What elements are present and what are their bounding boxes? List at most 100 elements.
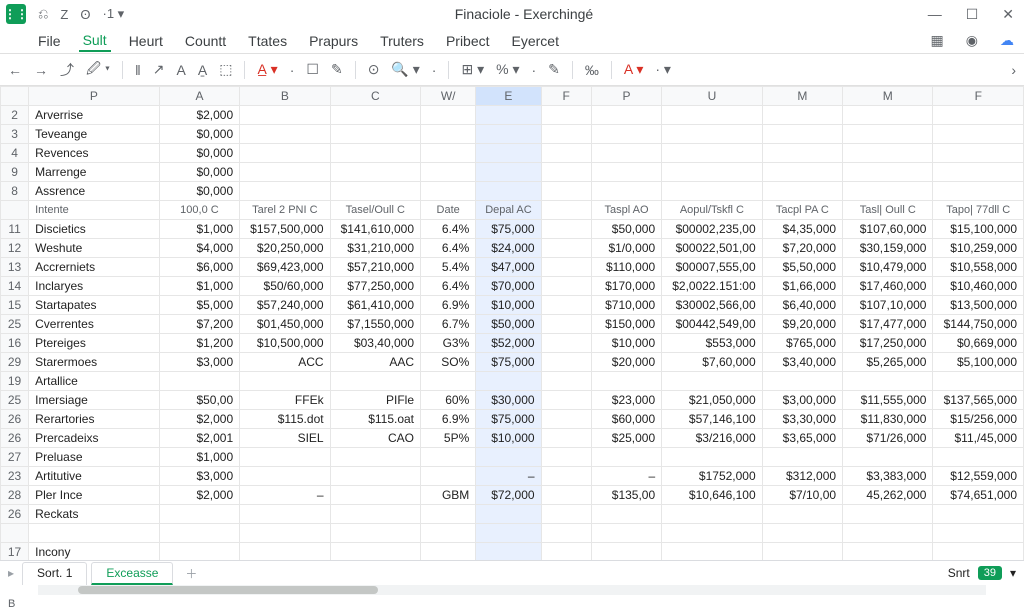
cell[interactable]: $52,000: [476, 334, 541, 353]
menu-countt[interactable]: Countt: [181, 31, 230, 51]
cell[interactable]: Reckats: [29, 505, 160, 524]
cell[interactable]: $4,000: [159, 239, 239, 258]
cell[interactable]: Accrerniets: [29, 258, 160, 277]
cell[interactable]: Cverrentes: [29, 315, 160, 334]
cell[interactable]: $10,259,000: [933, 239, 1024, 258]
menu-pribect[interactable]: Pribect: [442, 31, 494, 51]
cell[interactable]: $30002,566,00: [662, 296, 762, 315]
cell[interactable]: $150,000: [591, 315, 661, 334]
add-sheet-icon[interactable]: ＋: [185, 565, 197, 582]
cell[interactable]: $115.oat: [330, 410, 420, 429]
cell[interactable]: [541, 277, 591, 296]
cell[interactable]: [541, 125, 591, 144]
toolbar-button[interactable]: 🔍 ▾: [391, 61, 419, 78]
sort-badge[interactable]: 39: [978, 566, 1002, 580]
cell[interactable]: [330, 182, 420, 201]
cell[interactable]: [421, 182, 476, 201]
cell[interactable]: $7,60,000: [662, 353, 762, 372]
cell[interactable]: $31,210,000: [330, 239, 420, 258]
toolbar-button[interactable]: A ▾: [624, 61, 643, 78]
column-header[interactable]: P: [591, 87, 661, 106]
cell[interactable]: $50/60,000: [240, 277, 330, 296]
cell[interactable]: [330, 505, 420, 524]
cell[interactable]: $57,240,000: [240, 296, 330, 315]
cell[interactable]: $3/216,000: [662, 429, 762, 448]
row-header[interactable]: 2: [1, 106, 29, 125]
tabs-menu-icon[interactable]: ▾: [1010, 566, 1016, 580]
cell[interactable]: CAO: [330, 429, 420, 448]
cell[interactable]: Intente: [29, 201, 160, 220]
cell[interactable]: Tasl| Oull C: [843, 201, 933, 220]
cell[interactable]: [591, 182, 661, 201]
cell[interactable]: 5.4%: [421, 258, 476, 277]
column-header[interactable]: B: [240, 87, 330, 106]
cell[interactable]: [476, 106, 541, 125]
cell[interactable]: $57,210,000: [330, 258, 420, 277]
cell[interactable]: $107,10,000: [843, 296, 933, 315]
cell[interactable]: [662, 372, 762, 391]
cell[interactable]: 100,0 C: [159, 201, 239, 220]
cell[interactable]: GBM: [421, 486, 476, 505]
menu-ttates[interactable]: Ttates: [244, 31, 291, 51]
cell[interactable]: [843, 372, 933, 391]
column-header[interactable]: M: [762, 87, 842, 106]
cell[interactable]: [476, 372, 541, 391]
cell[interactable]: $2,001: [159, 429, 239, 448]
cell[interactable]: [843, 144, 933, 163]
cell[interactable]: $74,651,000: [933, 486, 1024, 505]
cell[interactable]: [843, 448, 933, 467]
row-header[interactable]: 19: [1, 372, 29, 391]
cell[interactable]: $5,50,000: [762, 258, 842, 277]
cell[interactable]: [421, 144, 476, 163]
cell[interactable]: [476, 448, 541, 467]
cell[interactable]: $2,0022.151:00: [662, 277, 762, 296]
cell[interactable]: [421, 163, 476, 182]
cell[interactable]: $710,000: [591, 296, 661, 315]
cell[interactable]: $30,000: [476, 391, 541, 410]
menu-file[interactable]: File: [34, 31, 65, 51]
toolbar-button[interactable]: A: [177, 62, 186, 78]
cell[interactable]: $6,40,000: [762, 296, 842, 315]
cell[interactable]: $3,383,000: [843, 467, 933, 486]
cell[interactable]: $110,000: [591, 258, 661, 277]
cell[interactable]: [330, 125, 420, 144]
cell[interactable]: $3,30,000: [762, 410, 842, 429]
cell[interactable]: $5,265,000: [843, 353, 933, 372]
cell[interactable]: $1,000: [159, 277, 239, 296]
cell[interactable]: Discietics: [29, 220, 160, 239]
close-icon[interactable]: ✕: [998, 6, 1018, 23]
toolbar-button[interactable]: ⬚: [219, 61, 232, 78]
cell[interactable]: $5,100,000: [933, 353, 1024, 372]
cell[interactable]: [762, 144, 842, 163]
toolbar-button[interactable]: ⊙: [368, 61, 380, 78]
cell[interactable]: [541, 258, 591, 277]
cell[interactable]: $70,000: [476, 277, 541, 296]
cell[interactable]: [762, 505, 842, 524]
cell[interactable]: $20,000: [591, 353, 661, 372]
cell[interactable]: $1,66,000: [762, 277, 842, 296]
quick-item[interactable]: ʘ: [80, 7, 90, 22]
cell[interactable]: SO%: [421, 353, 476, 372]
toolbar-scroll-right-icon[interactable]: ›: [1011, 62, 1016, 78]
cell[interactable]: [541, 182, 591, 201]
cell[interactable]: $765,000: [762, 334, 842, 353]
cell[interactable]: Teveange: [29, 125, 160, 144]
cell[interactable]: [421, 524, 476, 543]
cell[interactable]: G3%: [421, 334, 476, 353]
toolbar-button[interactable]: ·: [432, 62, 437, 78]
toolbar-button[interactable]: ☐: [306, 61, 319, 78]
cell[interactable]: 6.7%: [421, 315, 476, 334]
cell[interactable]: Date: [421, 201, 476, 220]
app-icon[interactable]: ⋮⋮: [6, 4, 26, 24]
cell[interactable]: [330, 486, 420, 505]
menu-eyercet[interactable]: Eyercet: [508, 31, 563, 51]
cell[interactable]: [476, 505, 541, 524]
cell[interactable]: Artallice: [29, 372, 160, 391]
toolbar-button[interactable]: 🖉 ▾: [86, 58, 110, 82]
cell[interactable]: [330, 524, 420, 543]
row-header[interactable]: 27: [1, 448, 29, 467]
cell[interactable]: [541, 429, 591, 448]
cell[interactable]: [330, 106, 420, 125]
cell[interactable]: [541, 448, 591, 467]
cell[interactable]: [421, 543, 476, 561]
